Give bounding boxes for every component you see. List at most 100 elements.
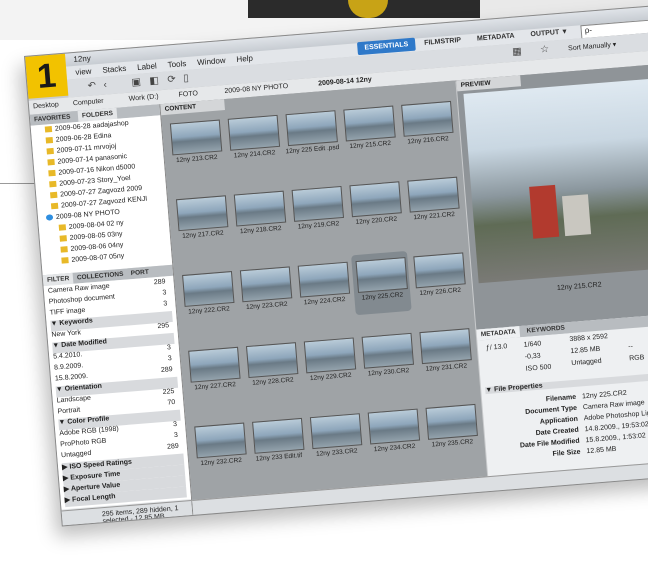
open-icon[interactable]: ▯ [183,73,189,84]
thumbnail[interactable]: 12ny 218.CR2 [229,184,290,248]
thumbnail[interactable]: 12ny 215.CR2 [339,99,400,163]
thumbnail[interactable]: 12ny 230.CR2 [357,327,418,391]
back-icon[interactable]: ↶ [87,80,96,92]
property-value: Camera Raw image [582,399,645,412]
thumbnail[interactable]: 12ny 225.CR2 [351,250,412,316]
path-foto[interactable]: FOTO [178,90,198,99]
star-filter-icon[interactable]: ☆ [540,44,550,56]
thumbnail[interactable]: 12ny 233.CR2 [305,407,366,471]
folder-item[interactable]: 2009-07-11 mrvojoj [46,142,117,156]
path-work[interactable]: Work (D:) [129,93,159,102]
content-panel: CONTENT 12ny 213.CR2 12ny 214.CR2 12ny 225… [160,80,488,501]
thumbnail[interactable]: 12ny 234.CR2 [363,402,424,466]
cam-profile: Untagged [571,357,602,368]
filter-label: 5.4.2010. [52,351,83,361]
filter-label: 15.8.2009. [54,372,89,383]
forward-icon[interactable]: ‹ [103,79,107,90]
folder-icon [50,202,59,210]
window-title: 12ny [73,53,92,65]
thumbnail[interactable]: 12ny 228.CR2 [242,336,303,400]
tab-keywords[interactable]: KEYWORDS [522,322,570,337]
path-computer[interactable]: Computer [73,98,104,107]
filter-label: New York [51,329,82,339]
path-desktop[interactable]: Desktop [33,101,59,110]
preview-building [529,184,560,239]
folder-icon [46,148,54,155]
thumbnail[interactable]: 12ny 226.CR2 [409,246,470,310]
sort-dropdown[interactable]: Sort Manually ▾ [568,40,617,52]
folder-item[interactable]: 2009-06-28 Edina [45,132,112,144]
thumbnail[interactable]: 12ny 213.CR2 [165,113,226,177]
thumbnail[interactable]: 12ny 223.CR2 [235,260,296,324]
filter-label: Portrait [57,406,81,416]
thumbnail[interactable]: 12ny 229.CR2 [299,331,360,395]
thumbnail-image [194,422,247,459]
cam-mode: RGB [628,354,645,363]
rotate-icon[interactable]: ⟳ [167,74,176,86]
preview-panel: PREVIEW 12ny 215.CR2 [456,63,648,330]
filter-count: 3 [172,420,178,429]
menu-stacks[interactable]: Stacks [102,64,127,75]
thumbnail-image [188,346,241,383]
thumbnail[interactable]: 12ny 221.CR2 [403,171,464,235]
folder-label: 2009-06-28 Edina [55,132,112,144]
menu-label[interactable]: Label [137,61,157,72]
thumbnail[interactable]: 12ny 231.CR2 [415,322,476,386]
property-value: 15.8.2009., 1:53:02 [585,432,647,445]
folder-label: 2009-08-05 03ny [69,230,123,242]
cam-aperture: ƒ/ 13.0 [485,343,508,352]
thumbnail-image [291,185,345,222]
thumbnail[interactable]: 12ny 216.CR2 [397,95,458,159]
search-icon: ρ- [584,25,593,35]
magazine-header-bar [248,0,480,18]
thumbnail-image [245,342,299,379]
folder-icon [58,224,67,231]
folder-icon [45,137,54,144]
filter-label: TIFF image [49,306,86,317]
thumbnail-image [413,252,466,289]
thumbnail[interactable]: 12ny 224.CR2 [293,256,354,320]
thumbnail-image [252,417,305,454]
path-ny-photo[interactable]: 2009-08 NY PHOTO [224,83,288,95]
filter-count: 289 [166,442,180,451]
folder-item[interactable]: 2009-08-04 02 ny [58,220,124,232]
filter-count: 3 [173,431,179,440]
thumbnail[interactable]: 12ny 217.CR2 [172,189,233,253]
menu-window[interactable]: Window [197,56,226,67]
folder-item[interactable]: 2009-08-05 03ny [59,230,123,243]
refine-icon[interactable]: ◧ [149,75,159,87]
folder-icon [49,180,57,188]
folder-item[interactable]: 2009-08-07 05ny [61,253,125,265]
filter-panel: Camera Raw image 289 Photoshop document 3 TI… [43,275,192,510]
filter-count: 289 [160,366,173,375]
menu-help[interactable]: Help [236,54,253,64]
folder-icon [59,235,67,242]
folder-label: 2009-08 NY PHOTO [55,208,121,221]
thumbnail[interactable]: 12ny 219.CR2 [287,180,348,244]
tab-metadata[interactable]: METADATA [476,326,521,341]
path-current-folder[interactable]: 2009-08-14 12ny [318,76,372,87]
folder-label: 2009-07-11 mrvojoj [56,142,117,155]
thumbnail[interactable]: 12ny 227.CR2 [184,341,245,405]
thumbnail[interactable]: 12ny 222.CR2 [178,265,239,329]
menu-view[interactable]: view [75,67,92,77]
view-grid-icon[interactable]: ▦ [512,46,522,58]
menu-tools[interactable]: Tools [167,59,186,69]
thumbnail[interactable]: 12ny 232.CR2 [190,416,251,480]
folder-tree: 2009-06-28 aadajashop 2009-06-28 Edina 200… [30,115,173,276]
filter-label: Untagged [60,449,92,460]
cam-iso: ISO 500 [525,363,552,373]
folder-item[interactable]: 2009-08-06 04ny [60,241,124,254]
camera-icon[interactable]: ▣ [131,77,141,89]
thumbnail-image [169,119,223,156]
thumbnail[interactable]: 12ny 233 Edit.tif [248,412,309,476]
preview-building [561,194,592,237]
folder-icon [47,159,55,166]
folder-icon [48,170,56,177]
thumbnail[interactable]: 12ny 225 Edit .psd [281,104,342,168]
thumbnail[interactable]: 12ny 214.CR2 [223,109,284,173]
folder-label: 2009-08-06 04ny [70,241,124,253]
folder-label: 2009-07-14 panasonic [57,153,128,166]
thumbnail[interactable]: 12ny 220.CR2 [345,175,406,239]
thumbnail[interactable]: 12ny 235.CR2 [421,398,482,462]
